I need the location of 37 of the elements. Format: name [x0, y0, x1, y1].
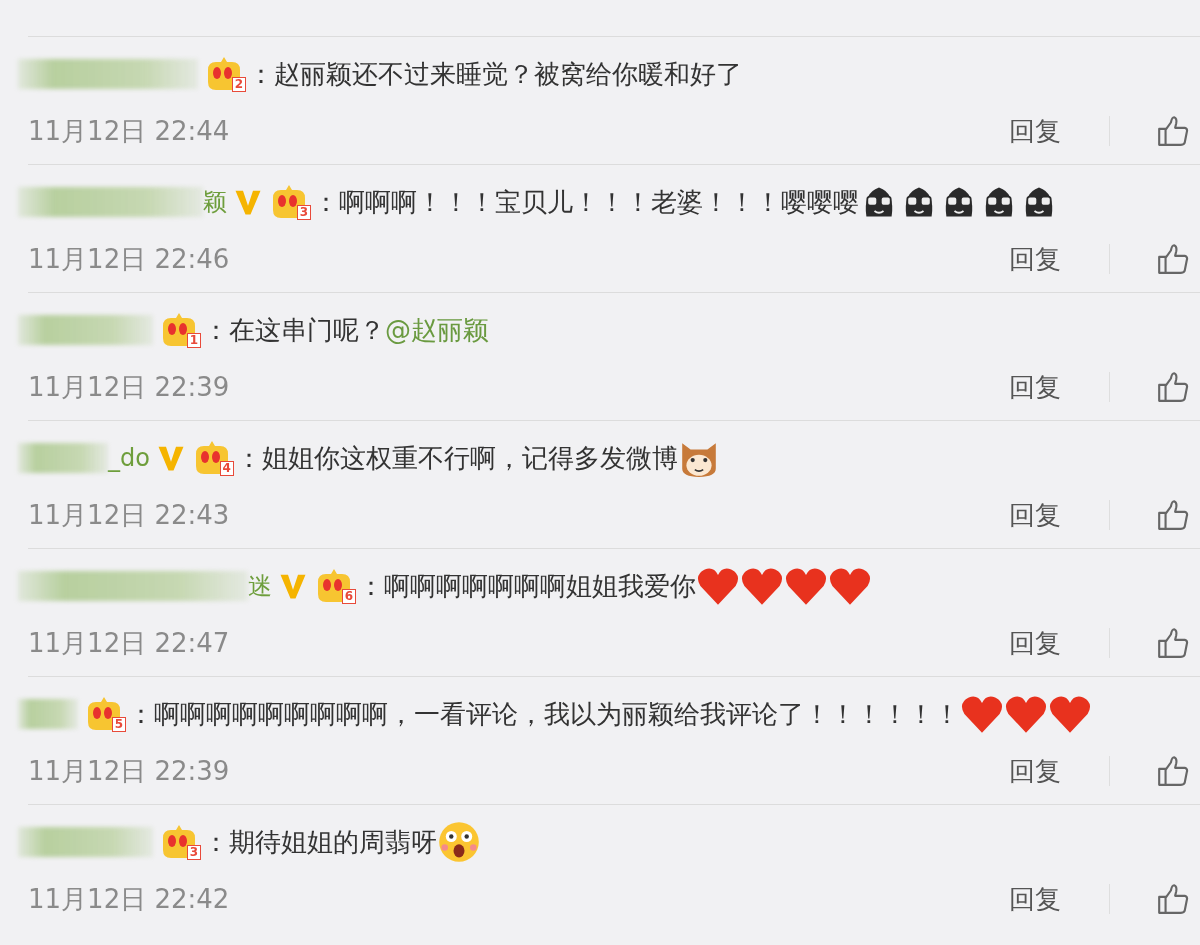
- heart-emoji-icon: [1048, 694, 1092, 734]
- thumbs-up-icon[interactable]: [1156, 498, 1190, 532]
- reply-button[interactable]: 回复: [1009, 241, 1061, 277]
- thumbs-up-icon[interactable]: [1156, 370, 1190, 404]
- blurred-username: [18, 699, 78, 729]
- thumbs-up-icon[interactable]: [1156, 626, 1190, 660]
- heart-emoji-icon: [960, 694, 1004, 734]
- thumbs-up-icon[interactable]: [1156, 242, 1190, 276]
- heart-emoji-icon: [740, 566, 784, 606]
- comment-time: 11月12日 22:39: [28, 754, 231, 788]
- comment-text: ：啊啊啊啊啊啊啊啊啊，一看评论，我以为丽颖给我评论了！！！！！！: [128, 697, 960, 731]
- comment-time: 11月12日 22:43: [28, 498, 231, 532]
- reply-button[interactable]: 回复: [1009, 881, 1061, 917]
- thumbs-up-icon[interactable]: [1156, 754, 1190, 788]
- comment-time: 11月12日 22:44: [28, 114, 231, 148]
- comment-text: ：姐姐你这权重不行啊，记得多发微博: [235, 441, 678, 475]
- shocked-emoji-icon: [437, 820, 481, 864]
- thumbs-up-icon[interactable]: [1156, 882, 1190, 916]
- reply-button[interactable]: 回复: [1009, 369, 1061, 405]
- comment-time: 11月12日 22:39: [28, 370, 231, 404]
- reply-button[interactable]: 回复: [1009, 113, 1061, 149]
- heart-emoji-icon: [696, 566, 740, 606]
- comment-text: ：期待姐姐的周翡呀: [203, 825, 437, 859]
- heart-emoji-icon: [828, 566, 872, 606]
- comment-text: ：啊啊啊啊啊啊啊姐姐我爱你: [358, 569, 696, 603]
- reply-button[interactable]: 回复: [1009, 497, 1061, 533]
- comment-time: 11月12日 22:42: [28, 882, 231, 916]
- reply-button[interactable]: 回复: [1009, 625, 1061, 661]
- comment-text: ：赵丽颖还不过来睡觉？被窝给你暖和好了: [248, 57, 742, 91]
- thumbs-up-icon[interactable]: [1156, 114, 1190, 148]
- heart-emoji-icon: [1004, 694, 1048, 734]
- comment-time: 11月12日 22:47: [28, 626, 231, 660]
- comment-time: 11月12日 22:46: [28, 242, 231, 276]
- comment-text: ：在这串门呢？: [203, 313, 385, 347]
- reply-button[interactable]: 回复: [1009, 753, 1061, 789]
- comment-text: ：啊啊啊！！！宝贝儿！！！老婆！！！嘤嘤嘤: [313, 185, 859, 219]
- heart-emoji-icon: [784, 566, 828, 606]
